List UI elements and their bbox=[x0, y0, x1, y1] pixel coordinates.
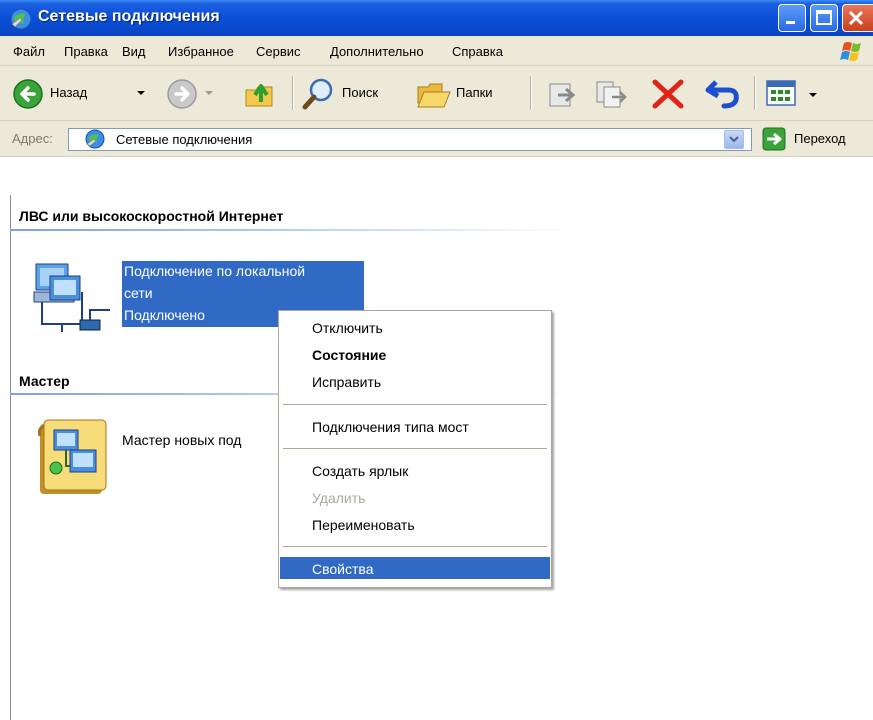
forward-button[interactable] bbox=[162, 74, 222, 112]
address-label: Адрес: bbox=[12, 131, 53, 146]
windows-logo-icon bbox=[840, 42, 861, 61]
menu-help[interactable]: Справка bbox=[452, 44, 503, 59]
ctx-create-shortcut[interactable]: Создать ярлык bbox=[280, 459, 550, 481]
menu-edit[interactable]: Правка bbox=[64, 44, 108, 59]
search-magnifier-icon bbox=[302, 78, 333, 110]
folders-label: Папки bbox=[456, 85, 493, 100]
delete-x-icon[interactable] bbox=[650, 78, 686, 110]
go-button[interactable]: Переход bbox=[760, 125, 873, 153]
minimize-button[interactable] bbox=[778, 4, 806, 32]
menu-tools[interactable]: Сервис bbox=[256, 44, 301, 59]
back-dropdown-icon[interactable] bbox=[136, 89, 146, 97]
up-folder-icon[interactable] bbox=[244, 78, 278, 110]
address-value: Сетевые подключения bbox=[116, 132, 253, 147]
ctx-repair[interactable]: Исправить bbox=[280, 370, 550, 392]
move-to-icon[interactable] bbox=[546, 78, 580, 110]
chevron-down-icon bbox=[729, 136, 739, 143]
ctx-bridge-label: Подключения типа мост bbox=[312, 419, 469, 435]
group-heading-lan: ЛВС или высокоскоростной Интернет bbox=[19, 208, 284, 224]
go-arrow-icon bbox=[762, 127, 786, 151]
ctx-separator bbox=[283, 404, 547, 405]
close-icon bbox=[848, 10, 864, 26]
undo-icon[interactable] bbox=[704, 76, 744, 110]
ctx-status[interactable]: Состояние bbox=[280, 343, 550, 365]
ctx-properties[interactable]: Свойства bbox=[280, 557, 550, 579]
lan-connection-icon[interactable] bbox=[32, 262, 114, 338]
ctx-separator bbox=[283, 546, 547, 547]
search-button[interactable]: Поиск bbox=[300, 74, 404, 112]
back-button[interactable]: Назад bbox=[8, 74, 156, 112]
ctx-rename-label: Переименовать bbox=[312, 517, 415, 533]
menu-favorites[interactable]: Избранное bbox=[168, 44, 234, 59]
back-arrow-icon bbox=[13, 79, 43, 109]
new-connection-wizard-icon[interactable] bbox=[34, 418, 110, 498]
toolbar: Назад Поиск Папки bbox=[0, 66, 873, 121]
minimize-icon bbox=[786, 21, 795, 24]
forward-arrow-icon bbox=[167, 79, 197, 109]
folders-icon bbox=[417, 83, 451, 108]
ctx-delete-label: Удалить bbox=[312, 490, 366, 506]
forward-dropdown-icon bbox=[205, 91, 213, 95]
ctx-status-label: Состояние bbox=[312, 347, 387, 363]
search-label: Поиск bbox=[342, 85, 379, 100]
ctx-bridge[interactable]: Подключения типа мост bbox=[280, 415, 550, 437]
ctx-separator bbox=[283, 448, 547, 449]
ctx-disconnect[interactable]: Отключить bbox=[280, 316, 550, 338]
folders-button[interactable]: Папки bbox=[414, 74, 520, 112]
menu-view[interactable]: Вид bbox=[122, 44, 146, 59]
views-dropdown-icon bbox=[809, 93, 817, 97]
context-menu: Отключить Состояние Исправить Подключени… bbox=[278, 310, 552, 588]
pane-border bbox=[10, 195, 11, 720]
views-icon bbox=[766, 80, 796, 106]
go-label: Переход bbox=[794, 131, 846, 146]
ctx-properties-label: Свойства bbox=[312, 561, 374, 577]
menu-bar: Файл Правка Вид Избранное Сервис Дополни… bbox=[0, 36, 873, 66]
address-dropdown-button[interactable] bbox=[724, 130, 744, 149]
ctx-rename[interactable]: Переименовать bbox=[280, 513, 550, 535]
maximize-icon bbox=[816, 10, 832, 25]
maximize-button[interactable] bbox=[810, 4, 838, 32]
close-button[interactable] bbox=[842, 4, 873, 32]
network-connections-icon bbox=[85, 129, 105, 149]
back-label: Назад bbox=[50, 85, 88, 100]
ctx-repair-label: Исправить bbox=[312, 374, 382, 390]
lan-name-line1: Подключение по локальной bbox=[124, 263, 306, 279]
ctx-delete: Удалить bbox=[280, 486, 550, 508]
views-button[interactable] bbox=[764, 76, 824, 110]
window-title: Сетевые подключения bbox=[38, 8, 220, 25]
group-divider bbox=[10, 229, 570, 231]
group-heading-wizard: Мастер bbox=[19, 373, 70, 389]
copy-to-icon[interactable] bbox=[594, 78, 628, 110]
address-bar: Адрес: Сетевые подключения Переход bbox=[0, 121, 873, 157]
title-bar[interactable]: Сетевые подключения bbox=[0, 0, 873, 36]
lan-name-line2: сети bbox=[124, 285, 153, 301]
ctx-disconnect-label: Отключить bbox=[312, 320, 383, 336]
wizard-label[interactable]: Мастер новых под bbox=[122, 432, 241, 448]
network-connections-icon bbox=[10, 8, 32, 30]
menu-file[interactable]: Файл bbox=[13, 44, 45, 59]
lan-status: Подключено bbox=[124, 307, 205, 323]
ctx-create-shortcut-label: Создать ярлык bbox=[312, 463, 409, 479]
menu-advanced[interactable]: Дополнительно bbox=[330, 44, 424, 59]
